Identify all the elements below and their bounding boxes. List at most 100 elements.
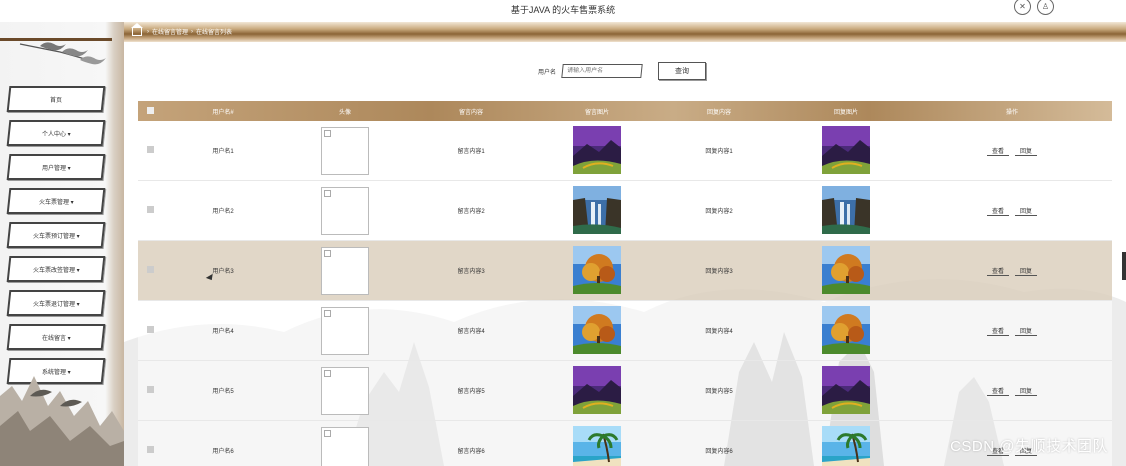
cell-reply-image <box>780 420 912 466</box>
top-icons: ✕ ♙ <box>1014 0 1054 15</box>
view-button[interactable]: 查看 <box>987 386 1009 396</box>
message-image[interactable] <box>822 125 870 174</box>
sidebar-item-label: 火车票退订管理 ▾ <box>32 301 80 308</box>
row-checkbox[interactable] <box>138 240 162 301</box>
reply-button[interactable]: 回复 <box>1015 386 1037 396</box>
cell-avatar <box>284 300 406 361</box>
sidebar-item-label: 火车票预订管理 ▾ <box>32 233 80 240</box>
cell-reply-image <box>780 360 912 421</box>
cell-username: 用户名4 <box>162 300 284 361</box>
table-header-row: 用户名# 头像 留言内容 留言图片 回复内容 回复图片 操作 <box>138 101 1112 121</box>
broken-image-icon <box>321 186 369 235</box>
row-checkbox[interactable] <box>138 180 162 241</box>
search-label: 用户名 <box>538 69 557 76</box>
cell-content: 留言内容1 <box>406 121 536 181</box>
message-image[interactable] <box>573 425 621 466</box>
col-header-content: 留言内容 <box>458 109 483 116</box>
col-header-reply: 回复内容 <box>706 109 731 116</box>
message-image[interactable] <box>822 305 870 354</box>
top-bar: 基于JAVA 的火车售票系统 ✕ ♙ <box>0 0 1126 22</box>
cell-avatar <box>284 240 406 301</box>
cell-username: 用户名3 <box>162 240 284 301</box>
cell-avatar <box>284 180 406 241</box>
sidebar-item-tickets[interactable]: 火车票管理 ▾ <box>6 188 106 214</box>
app-title: 基于JAVA 的火车售票系统 <box>510 5 616 15</box>
cell-actions: 查看 回复 <box>912 180 1112 241</box>
sidebar-item-label: 火车票管理 ▾ <box>38 199 74 206</box>
cell-reply: 回复内容4 <box>658 300 780 361</box>
message-image[interactable] <box>822 185 870 234</box>
home-icon[interactable] <box>131 22 143 36</box>
broken-image-icon <box>321 126 369 175</box>
table-row[interactable]: 用户名1 留言内容1 回复内容1 查看 回复 <box>138 121 1112 181</box>
col-header-username[interactable]: 用户名# <box>162 101 284 121</box>
message-image[interactable] <box>573 185 621 234</box>
select-all-checkbox[interactable] <box>138 101 162 121</box>
view-button[interactable]: 查看 <box>987 206 1009 216</box>
sidebar-item-refunds[interactable]: 火车票退订管理 ▾ <box>6 290 106 316</box>
sidebar-item-users[interactable]: 用户管理 ▾ <box>6 154 106 180</box>
cell-username: 用户名1 <box>162 121 284 181</box>
sidebar: 首页 个人中心 ▾ 用户管理 ▾ 火车票管理 ▾ 火车票预订管理 ▾ 火车票改签… <box>0 22 124 466</box>
breadcrumb-item[interactable]: 在线留言列表 <box>196 27 232 36</box>
row-checkbox[interactable] <box>138 360 162 421</box>
main-content: 用户名 查询 用户名# 头像 留言内容 留言图片 回复内容 回复图片 操作 用户… <box>124 42 1126 466</box>
watermark: CSDN @失顺技术团队 <box>950 438 1108 455</box>
sidebar-item-profile[interactable]: 个人中心 ▾ <box>6 120 106 146</box>
close-icon[interactable]: ✕ <box>1014 0 1031 15</box>
breadcrumb-item[interactable]: 在线留言管理 <box>152 27 188 36</box>
view-button[interactable]: 查看 <box>987 266 1009 276</box>
table-row[interactable]: 用户名5 留言内容5 回复内容5 查看 回复 <box>138 360 1112 421</box>
row-checkbox[interactable] <box>138 300 162 361</box>
mountain-art-decoration <box>0 376 124 466</box>
cell-image <box>536 420 658 466</box>
message-image[interactable] <box>573 125 621 174</box>
sidebar-item-changes[interactable]: 火车票改签管理 ▾ <box>6 256 106 282</box>
cell-avatar <box>284 121 406 181</box>
cell-reply-image <box>780 300 912 361</box>
message-image[interactable] <box>573 245 621 294</box>
message-image[interactable] <box>822 425 870 466</box>
sidebar-item-home[interactable]: 首页 <box>6 86 106 112</box>
message-image[interactable] <box>573 305 621 354</box>
cell-image <box>536 300 658 361</box>
cell-reply: 回复内容6 <box>658 420 780 466</box>
message-image[interactable] <box>822 245 870 294</box>
breadcrumb-sep: › <box>191 28 194 35</box>
row-checkbox[interactable] <box>138 121 162 181</box>
cell-content: 留言内容3 <box>406 240 536 301</box>
scrollbar-thumb[interactable] <box>1122 252 1126 280</box>
broken-image-icon <box>321 246 369 295</box>
cell-image <box>536 360 658 421</box>
cell-username: 用户名2 <box>162 180 284 241</box>
table-row[interactable]: 用户名3 留言内容3 回复内容3 查看 回复 <box>138 240 1112 301</box>
search-input[interactable] <box>561 64 643 78</box>
sidebar-item-label: 用户管理 ▾ <box>41 165 71 172</box>
table-row[interactable]: 用户名4 留言内容4 回复内容4 查看 回复 <box>138 300 1112 361</box>
cell-image <box>536 240 658 301</box>
table-row[interactable]: 用户名2 留言内容2 回复内容2 查看 回复 <box>138 180 1112 241</box>
cell-content: 留言内容2 <box>406 180 536 241</box>
reply-button[interactable]: 回复 <box>1015 326 1037 336</box>
message-image[interactable] <box>822 365 870 414</box>
row-checkbox[interactable] <box>138 420 162 466</box>
message-image[interactable] <box>573 365 621 414</box>
reply-button[interactable]: 回复 <box>1015 206 1037 216</box>
cell-image <box>536 121 658 181</box>
cell-content: 留言内容6 <box>406 420 536 466</box>
view-button[interactable]: 查看 <box>987 326 1009 336</box>
col-header-image: 留言图片 <box>584 109 609 116</box>
breadcrumb: › 在线留言管理 › 在线留言列表 <box>131 22 232 36</box>
sidebar-item-bookings[interactable]: 火车票预订管理 ▾ <box>6 222 106 248</box>
reply-button[interactable]: 回复 <box>1015 146 1037 156</box>
broken-image-icon <box>321 306 369 355</box>
cell-reply-image <box>780 240 912 301</box>
search-button[interactable]: 查询 <box>658 62 707 80</box>
sidebar-item-messages[interactable]: 在线留言 ▾ <box>6 324 106 350</box>
cell-image <box>536 180 658 241</box>
search-bar: 用户名 查询 <box>538 62 707 80</box>
sidebar-item-label: 个人中心 ▾ <box>41 131 71 138</box>
reply-button[interactable]: 回复 <box>1015 266 1037 276</box>
view-button[interactable]: 查看 <box>987 146 1009 156</box>
user-icon[interactable]: ♙ <box>1037 0 1054 15</box>
